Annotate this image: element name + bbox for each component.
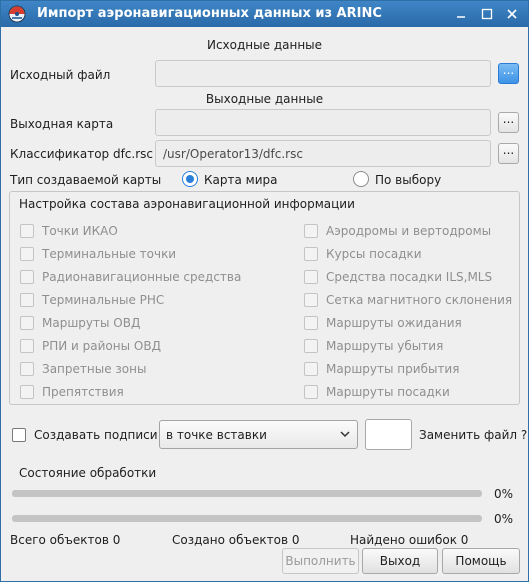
source-section-title: Исходные данные [206, 38, 323, 52]
checkbox-label: Средства посадки ILS,MLS [326, 270, 493, 284]
processing-title: Состояние обработки [19, 466, 157, 480]
checkbox-approach-routes[interactable] [304, 385, 318, 399]
checkbox-magnetic-grid[interactable] [304, 293, 318, 307]
progress-secondary-label: 0% [494, 512, 514, 526]
checkbox-label: Запретные зоны [42, 362, 147, 376]
app-globe-icon [8, 5, 26, 23]
checkbox-departure-routes[interactable] [304, 339, 318, 353]
checkbox-label: Точки ИКАО [42, 224, 118, 238]
map-type-label: Тип создаваемой карты [10, 173, 162, 187]
title-bar: Импорт аэронавигационных данных из ARINC [1, 1, 528, 27]
progress-bar-secondary [12, 515, 482, 522]
label-count-input[interactable] [365, 419, 412, 450]
classifier-label: Классификатор dfc.rsc [10, 147, 153, 161]
checkbox-label: Маршруты прибытия [326, 362, 460, 376]
checkbox-fir-ats-areas[interactable] [20, 339, 34, 353]
checkbox-label: Терминальные РНС [42, 293, 165, 307]
maximize-icon[interactable] [479, 6, 495, 22]
errors-found-stat: Найдено ошибок 0 [350, 533, 469, 547]
checkbox-obstacles[interactable] [20, 385, 34, 399]
minimize-icon[interactable] [453, 6, 469, 22]
checkbox-label: Аэродромы и вертодромы [326, 224, 492, 238]
create-labels-checkbox[interactable] [12, 428, 26, 442]
checkbox-label: Радионавигационные средства [42, 270, 242, 284]
classifier-browse-button[interactable]: ... [498, 143, 519, 164]
replace-file-label: Заменить файл ? [419, 428, 528, 442]
checkbox-label: Маршруты ОВД [42, 316, 141, 330]
map-type-world-radio[interactable] [182, 171, 198, 187]
classifier-field[interactable]: /usr/Operator13/dfc.rsc [155, 140, 491, 167]
progress-primary-label: 0% [494, 487, 514, 501]
run-button[interactable]: Выполнить [282, 548, 359, 574]
map-type-custom-radio[interactable] [353, 171, 369, 187]
checkbox-radionav-aids[interactable] [20, 270, 34, 284]
window-title: Импорт аэронавигационных данных из ARINC [37, 6, 382, 21]
checkbox-label: Препятствия [42, 385, 124, 399]
checkbox-icao-points[interactable] [20, 224, 34, 238]
checkbox-terminal-rns[interactable] [20, 293, 34, 307]
checkbox-holding-routes[interactable] [304, 316, 318, 330]
checkbox-ats-routes[interactable] [20, 316, 34, 330]
output-map-field[interactable] [155, 109, 491, 136]
checkbox-label: Маршруты посадки [326, 385, 450, 399]
checkbox-terminal-points[interactable] [20, 247, 34, 261]
checkbox-label: Маршруты убытия [326, 339, 444, 353]
output-map-label: Выходная карта [10, 117, 114, 131]
source-file-browse-button[interactable]: ... [498, 63, 519, 84]
create-labels-label[interactable]: Создавать подписи [34, 428, 158, 442]
checkbox-ils-mls[interactable] [304, 270, 318, 284]
checkbox-aerodromes[interactable] [304, 224, 318, 238]
checkbox-label: Маршруты ожидания [326, 316, 462, 330]
label-placement-select[interactable]: в точке вставки [159, 420, 358, 449]
output-section-title: Выходные данные [205, 92, 324, 106]
chevron-down-icon [340, 431, 350, 438]
map-type-custom-label[interactable]: По выбору [375, 173, 441, 187]
output-map-browse-button[interactable]: ... [498, 112, 519, 133]
source-file-field[interactable] [155, 60, 491, 87]
source-file-label: Исходный файл [10, 68, 111, 82]
checkbox-restricted-zones[interactable] [20, 362, 34, 376]
close-icon[interactable] [504, 6, 520, 22]
help-button[interactable]: Помощь [442, 548, 520, 574]
checkbox-label: РПИ и районы ОВД [42, 339, 161, 353]
checkbox-label: Терминальные точки [42, 247, 177, 261]
created-objects-stat: Создано объектов 0 [172, 533, 300, 547]
progress-bar-primary [12, 490, 482, 497]
checkbox-landing-courses[interactable] [304, 247, 318, 261]
composition-title: Настройка состава аэронавигационной инфо… [19, 197, 355, 211]
import-dialog: Импорт аэронавигационных данных из ARINC… [0, 0, 529, 582]
map-type-world-label[interactable]: Карта мира [204, 173, 277, 187]
checkbox-label: Сетка магнитного склонения [326, 293, 513, 307]
total-objects-stat: Всего объектов 0 [10, 533, 121, 547]
checkbox-arrival-routes[interactable] [304, 362, 318, 376]
checkbox-label: Курсы посадки [326, 247, 422, 261]
label-placement-value: в точке вставки [166, 428, 267, 442]
exit-button[interactable]: Выход [362, 548, 438, 574]
